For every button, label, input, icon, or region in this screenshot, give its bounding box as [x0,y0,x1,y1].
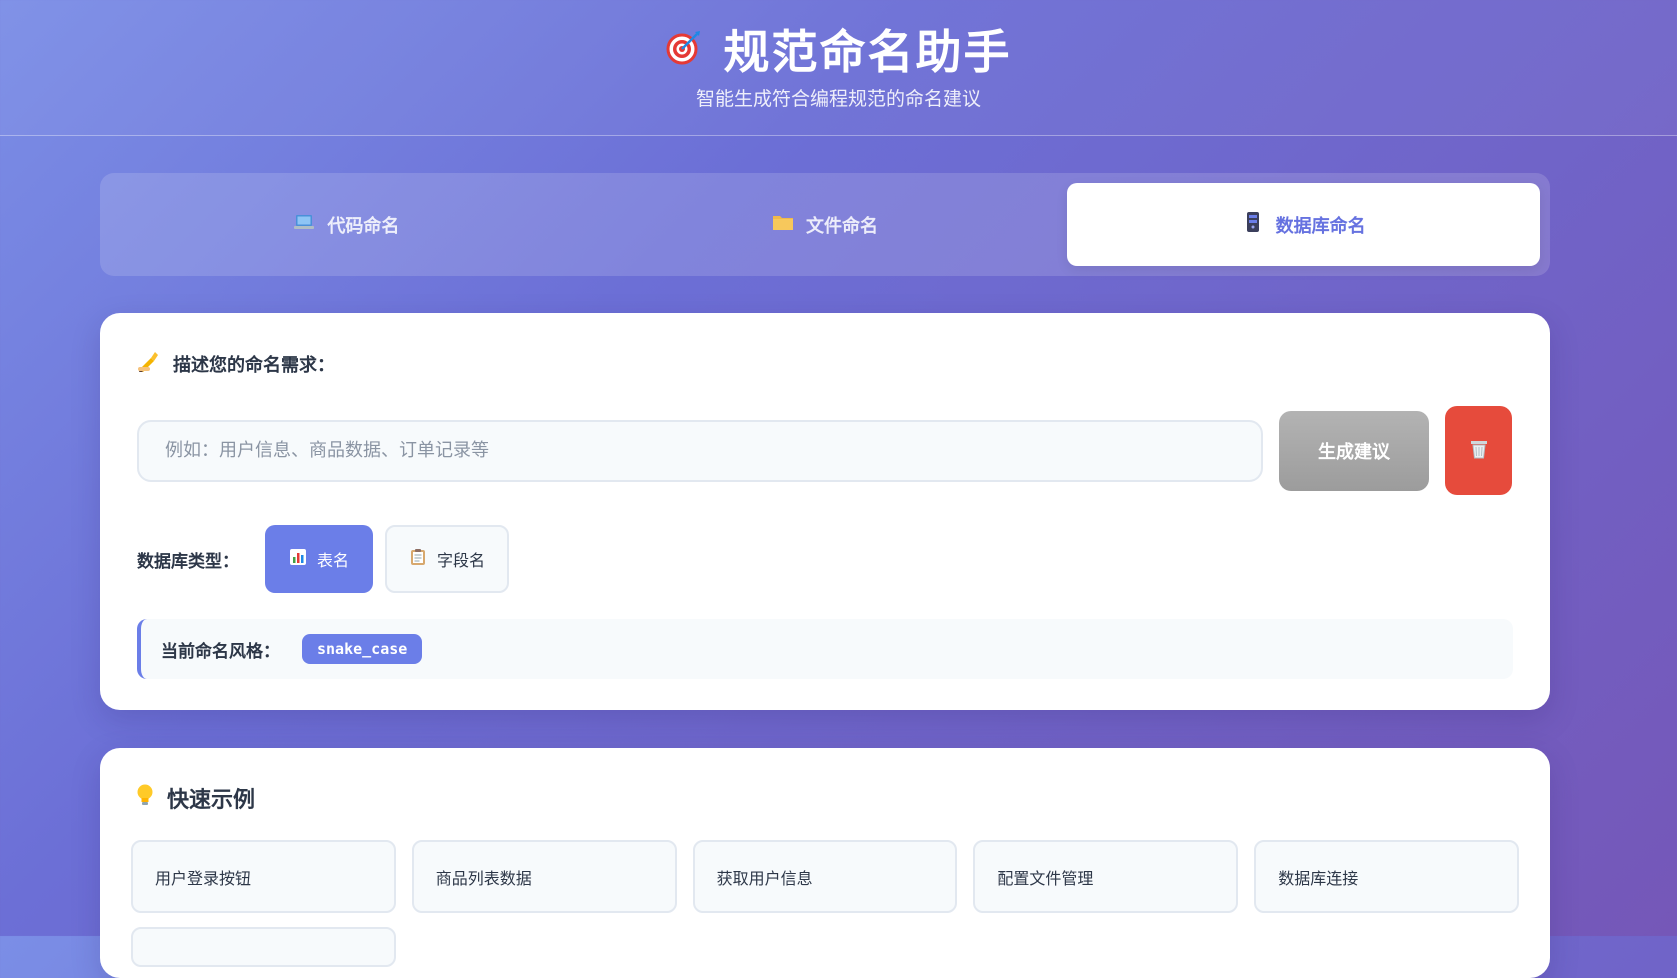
requirement-input[interactable] [137,419,1263,482]
lightbulb-icon [135,783,155,813]
tab-label: 代码命名 [327,215,400,237]
requirement-label: 描述您的命名需求： [173,354,335,376]
type-table-name-button[interactable]: 表名 [265,525,373,593]
current-style-box: 当前命名风格： snake_case [137,619,1513,679]
naming-input-card: 描述您的命名需求： 生成建议 数据库类型： [100,313,1550,710]
title-row: 规范命名助手 [0,16,1677,82]
chart-icon [289,548,307,570]
laptop-icon [293,211,315,238]
example-item[interactable]: 配置文件管理 [973,840,1239,913]
folder-icon [772,211,794,238]
example-item[interactable]: 用户登录按钮 [131,840,396,913]
type-label-text: 字段名 [436,551,485,570]
input-row: 生成建议 [137,406,1513,495]
example-item[interactable]: 获取用户信息 [692,840,958,913]
example-item[interactable] [131,927,396,967]
generate-button[interactable]: 生成建议 [1279,410,1429,491]
writing-hand-icon [137,349,161,378]
examples-heading: 快速示例 [131,782,1519,814]
style-badge: snake_case [302,634,423,664]
tab-label: 数据库命名 [1275,215,1366,237]
type-label-text: 表名 [316,551,349,570]
database-icon [1242,211,1264,238]
quick-examples-card: 快速示例 用户登录按钮 商品列表数据 获取用户信息 配置文件管理 数据库连接 [100,748,1550,978]
target-icon [666,29,702,69]
example-item[interactable]: 商品列表数据 [411,840,677,913]
example-item[interactable]: 数据库连接 [1254,840,1519,913]
tab-label: 文件命名 [806,215,878,237]
examples-grid: 用户登录按钮 商品列表数据 获取用户信息 配置文件管理 数据库连接 [131,840,1519,913]
page-subtitle: 智能生成符合编程规范的命名建议 [695,88,981,110]
clipboard-icon [409,548,427,570]
requirement-heading: 描述您的命名需求： [137,349,1513,378]
page-title: 规范命名助手 [723,25,1012,79]
naming-tabs: 代码命名 文件命名 数据库命名 [100,173,1550,276]
type-field-name-button[interactable]: 字段名 [385,525,509,593]
tab-database-naming[interactable]: 数据库命名 [1067,183,1541,266]
app-header: 规范命名助手 智能生成符合编程规范的命名建议 [0,0,1677,136]
tab-code-naming[interactable]: 代码命名 [110,183,583,266]
clear-button[interactable] [1445,406,1512,495]
current-style-label: 当前命名风格： [161,641,280,662]
trash-icon [1468,438,1490,463]
examples-title: 快速示例 [167,788,256,813]
tab-file-naming[interactable]: 文件命名 [589,183,1062,266]
db-type-row: 数据库类型： 表名 字段名 [137,525,1513,593]
db-type-label: 数据库类型： [137,551,239,572]
